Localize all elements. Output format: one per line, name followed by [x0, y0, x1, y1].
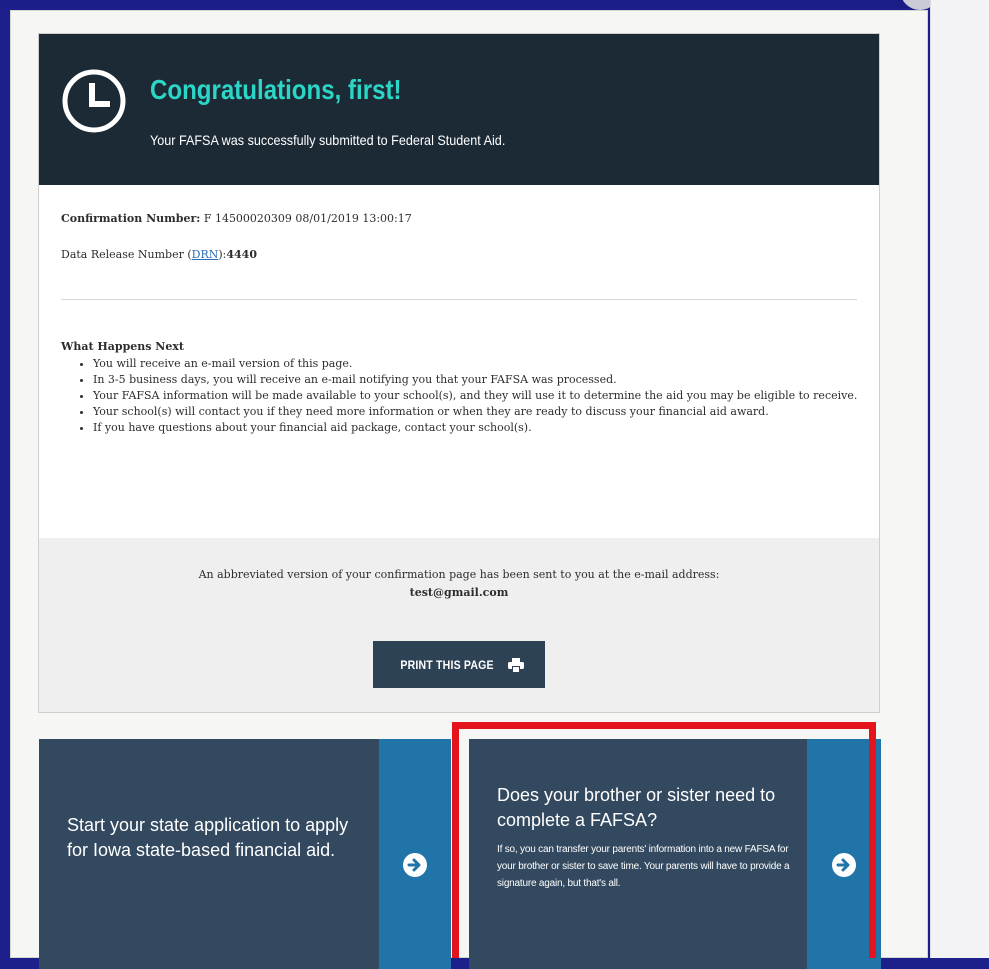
printer-icon	[508, 657, 525, 672]
confirmation-label: Confirmation Number:	[61, 212, 201, 225]
drn-link[interactable]: DRN	[192, 248, 219, 261]
presentation-backdrop	[0, 0, 989, 8]
list-item: Your FAFSA information will be made avai…	[93, 388, 863, 403]
arrow-right-circle-icon	[403, 853, 427, 877]
arrow-right-circle-icon	[832, 853, 856, 877]
clock-icon	[62, 69, 126, 133]
state-application-tile-body: Start your state application to apply fo…	[39, 739, 379, 969]
list-item: In 3-5 business days, you will receive a…	[93, 372, 863, 387]
drn-prefix: Data Release Number (	[61, 248, 192, 261]
sibling-fafsa-description: If so, you can transfer your parents' in…	[497, 844, 790, 889]
email-note: An abbreviated version of your confirmat…	[198, 568, 720, 581]
list-item: Your school(s) will contact you if they …	[93, 404, 863, 419]
drn-value: 4440	[226, 248, 257, 261]
list-item: You will receive an e-mail version of th…	[93, 356, 863, 371]
state-application-text: Start your state application to apply fo…	[67, 815, 349, 860]
confirmation-card: Congratulations, first! Your FAFSA was s…	[38, 33, 880, 713]
state-application-arrow-strip[interactable]	[379, 739, 451, 969]
email-notice-panel: An abbreviated version of your confirmat…	[39, 538, 879, 712]
print-button-label: PRINT THIS PAGE	[400, 657, 494, 672]
sibling-fafsa-tile-body: Does your brother or sister need to comp…	[469, 739, 803, 969]
section-divider	[61, 299, 857, 300]
email-address: test@gmail.com	[409, 586, 509, 599]
state-application-tile[interactable]: Start your state application to apply fo…	[39, 739, 451, 969]
confirmation-page: Congratulations, first! Your FAFSA was s…	[10, 10, 928, 969]
data-release-number: Data Release Number (DRN):4440	[61, 248, 257, 261]
next-steps-list: You will receive an e-mail version of th…	[79, 356, 863, 436]
confirmation-value: F 14500020309 08/01/2019 13:00:17	[203, 212, 412, 225]
sibling-fafsa-tile[interactable]: Does your brother or sister need to comp…	[469, 739, 881, 969]
print-page-button[interactable]: PRINT THIS PAGE	[373, 641, 545, 688]
confirmation-number: Confirmation Number: F 14500020309 08/01…	[61, 212, 412, 225]
sibling-fafsa-arrow-strip[interactable]	[807, 739, 881, 969]
next-steps-heading: What Happens Next	[61, 340, 185, 353]
success-banner: Congratulations, first! Your FAFSA was s…	[39, 34, 879, 185]
browser-side-pane	[930, 0, 989, 958]
page-subtitle: Your FAFSA was successfully submitted to…	[150, 132, 506, 148]
page-title: Congratulations, first!	[150, 74, 402, 105]
list-item: If you have questions about your financi…	[93, 420, 863, 435]
sibling-fafsa-title: Does your brother or sister need to comp…	[497, 785, 776, 830]
